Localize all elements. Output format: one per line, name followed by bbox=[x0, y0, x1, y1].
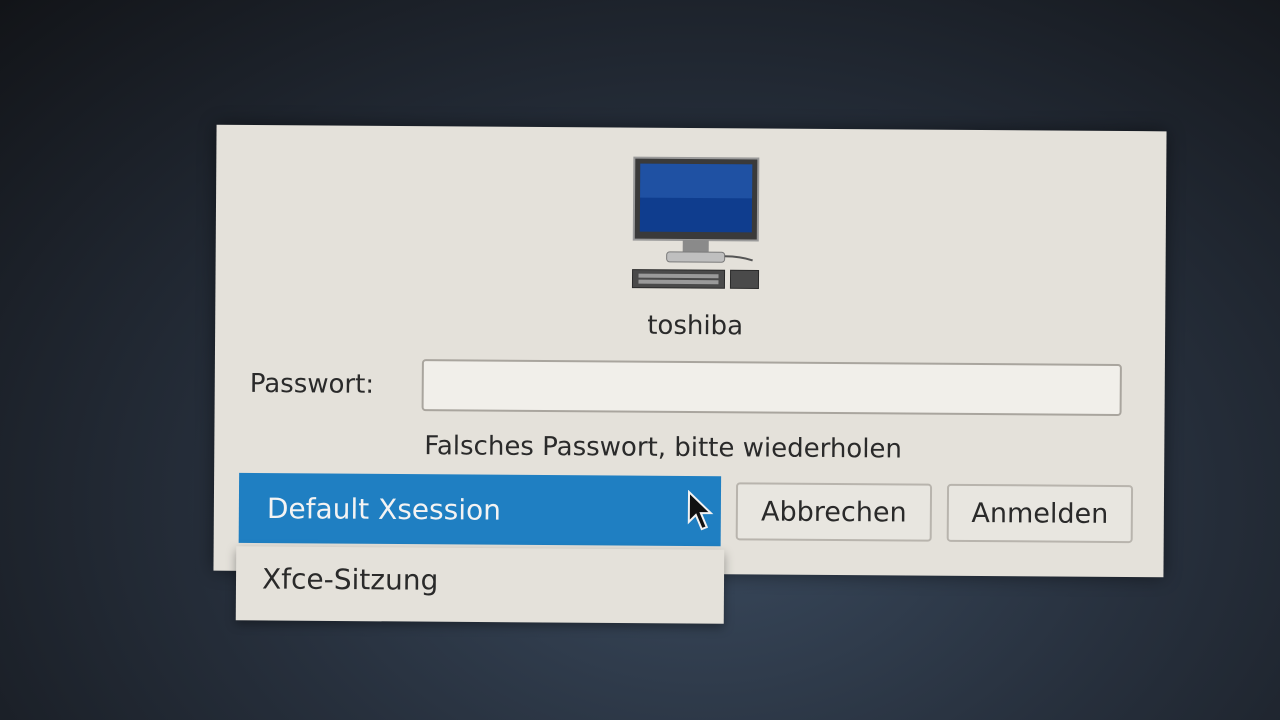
error-message: Falsches Passwort, bitte wiederholen bbox=[424, 431, 903, 465]
login-button[interactable]: Anmelden bbox=[946, 483, 1134, 544]
session-dropdown-menu: Xfce-Sitzung bbox=[235, 546, 725, 624]
cancel-button[interactable]: Abbrechen bbox=[735, 482, 933, 542]
session-option-xfce[interactable]: Xfce-Sitzung bbox=[262, 562, 438, 596]
computer-icon bbox=[630, 156, 761, 297]
password-label: Passwort: bbox=[249, 368, 375, 400]
session-selected-label: Default Xsession bbox=[266, 491, 502, 527]
username-label: toshiba bbox=[647, 310, 744, 342]
mouse-cursor-icon bbox=[687, 489, 715, 532]
login-dialog: toshiba Passwort: Falsches Passwort, bit… bbox=[213, 124, 1167, 578]
password-field[interactable] bbox=[421, 359, 1122, 417]
session-select[interactable]: Default Xsession bbox=[238, 472, 722, 547]
